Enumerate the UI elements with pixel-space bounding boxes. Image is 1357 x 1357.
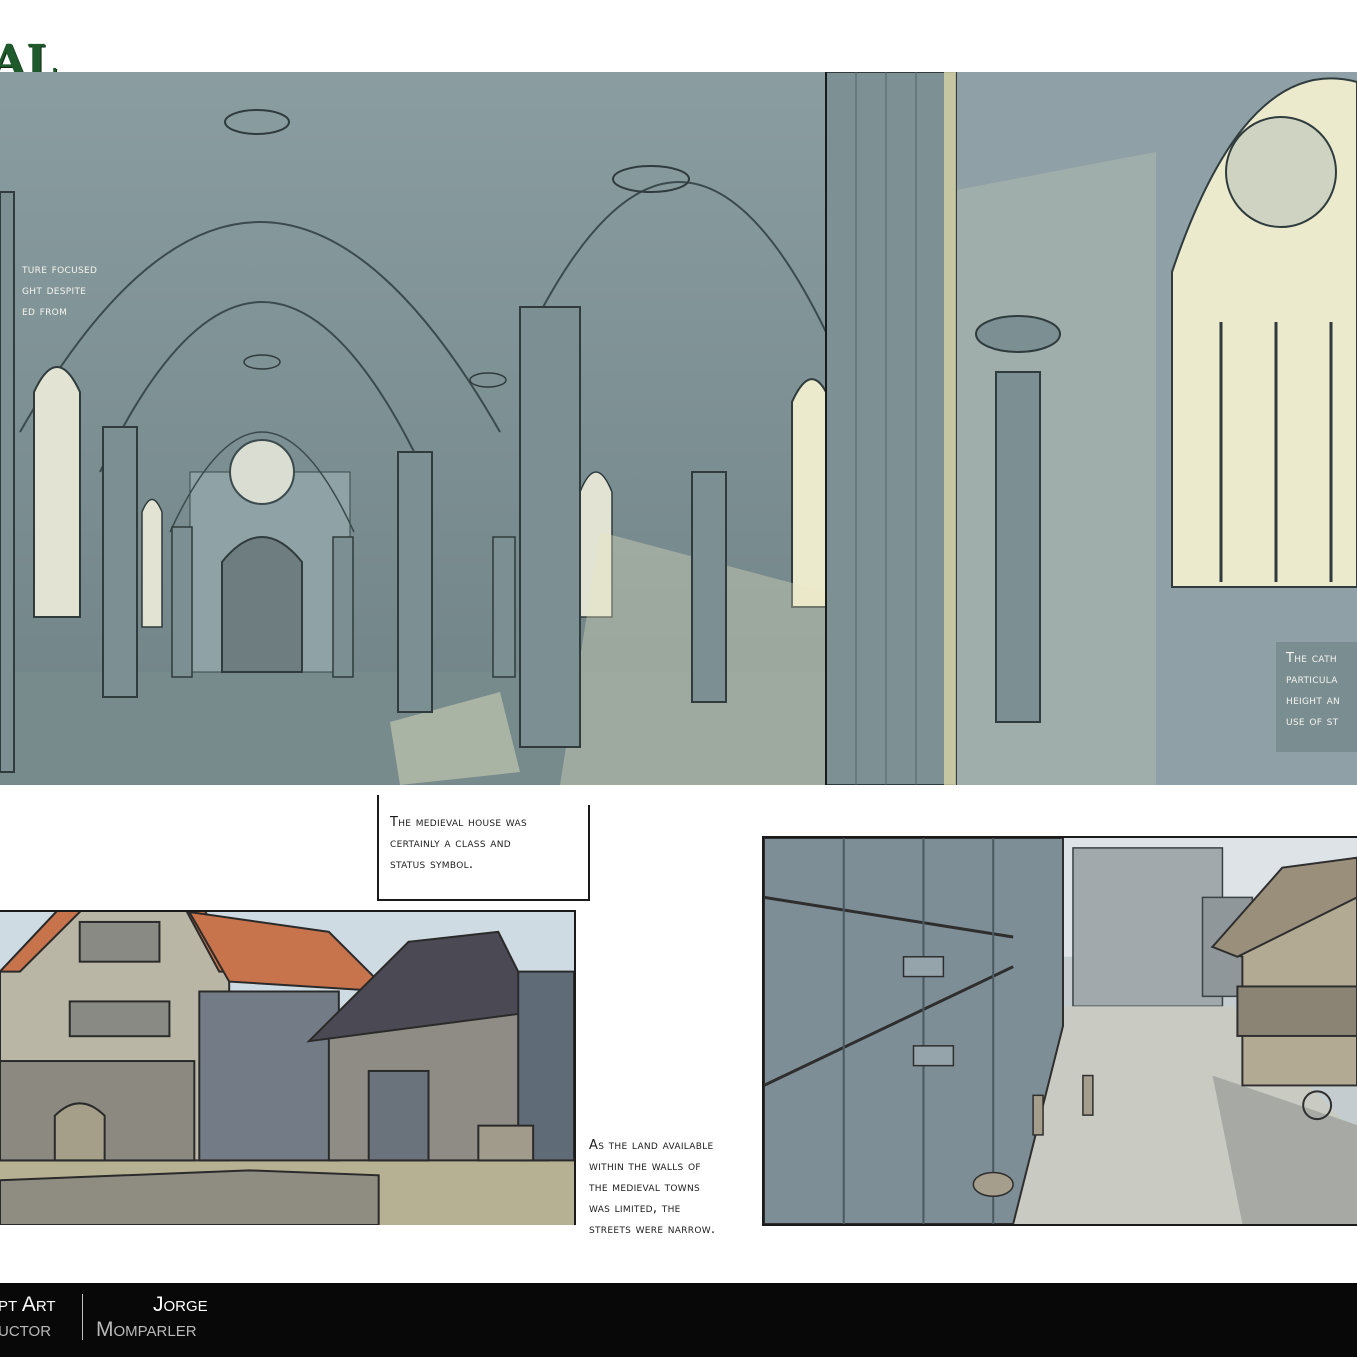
caption-line: use of st [1286, 714, 1339, 729]
cathedral-nave-illustration [0, 72, 826, 785]
caption-line: status symbol. [390, 857, 474, 872]
caption-line: The medieval house was [390, 815, 527, 830]
caption-line: particula [1286, 672, 1338, 687]
caption-line: ght despite [22, 283, 87, 298]
cathedral-nave-panel [0, 72, 826, 785]
caption-line: height an [1286, 693, 1341, 708]
caption-line: within the walls of [589, 1159, 701, 1174]
cathedral-left-caption: ture focused ght despite ed from [22, 259, 97, 322]
caption-line: ed from [22, 304, 68, 319]
house-caption: The medieval house was certainly a class… [390, 812, 527, 875]
cathedral-right-caption: The cath particula height an use of st [1286, 648, 1340, 732]
caption-line: As the land available [589, 1138, 714, 1153]
caption-line: The cath [1286, 651, 1337, 666]
caption-line: the medieval towns [589, 1180, 701, 1195]
medieval-house-illustration [0, 912, 574, 1225]
caption-frame-left [377, 795, 379, 901]
medieval-street-illustration [764, 838, 1357, 1224]
footer-divider [82, 1294, 83, 1340]
caption-line: streets were narrow. [589, 1222, 716, 1237]
caption-line: was limited, the [589, 1201, 681, 1216]
caption-frame-right [588, 805, 590, 901]
footer-author-first-name: Jorge [153, 1293, 208, 1316]
footer-title-line-2: uctor [0, 1318, 52, 1341]
cathedral-window-panel: The cath particula height an use of st [826, 72, 1357, 785]
cathedral-window-illustration [826, 72, 1357, 785]
caption-line: certainly a class and [390, 836, 511, 851]
medieval-street-panel [762, 836, 1357, 1226]
streets-caption: As the land available within the walls o… [589, 1135, 715, 1240]
panel-divider [825, 72, 827, 785]
caption-frame-bottom [377, 899, 588, 901]
footer-title-line-1: pt Art [0, 1293, 56, 1316]
footer-bar: pt Art uctor Jorge Momparler [0, 1283, 1357, 1357]
footer-author-last-name: Momparler [96, 1318, 197, 1341]
caption-line: ture focused [22, 262, 98, 277]
medieval-house-panel [0, 910, 576, 1225]
